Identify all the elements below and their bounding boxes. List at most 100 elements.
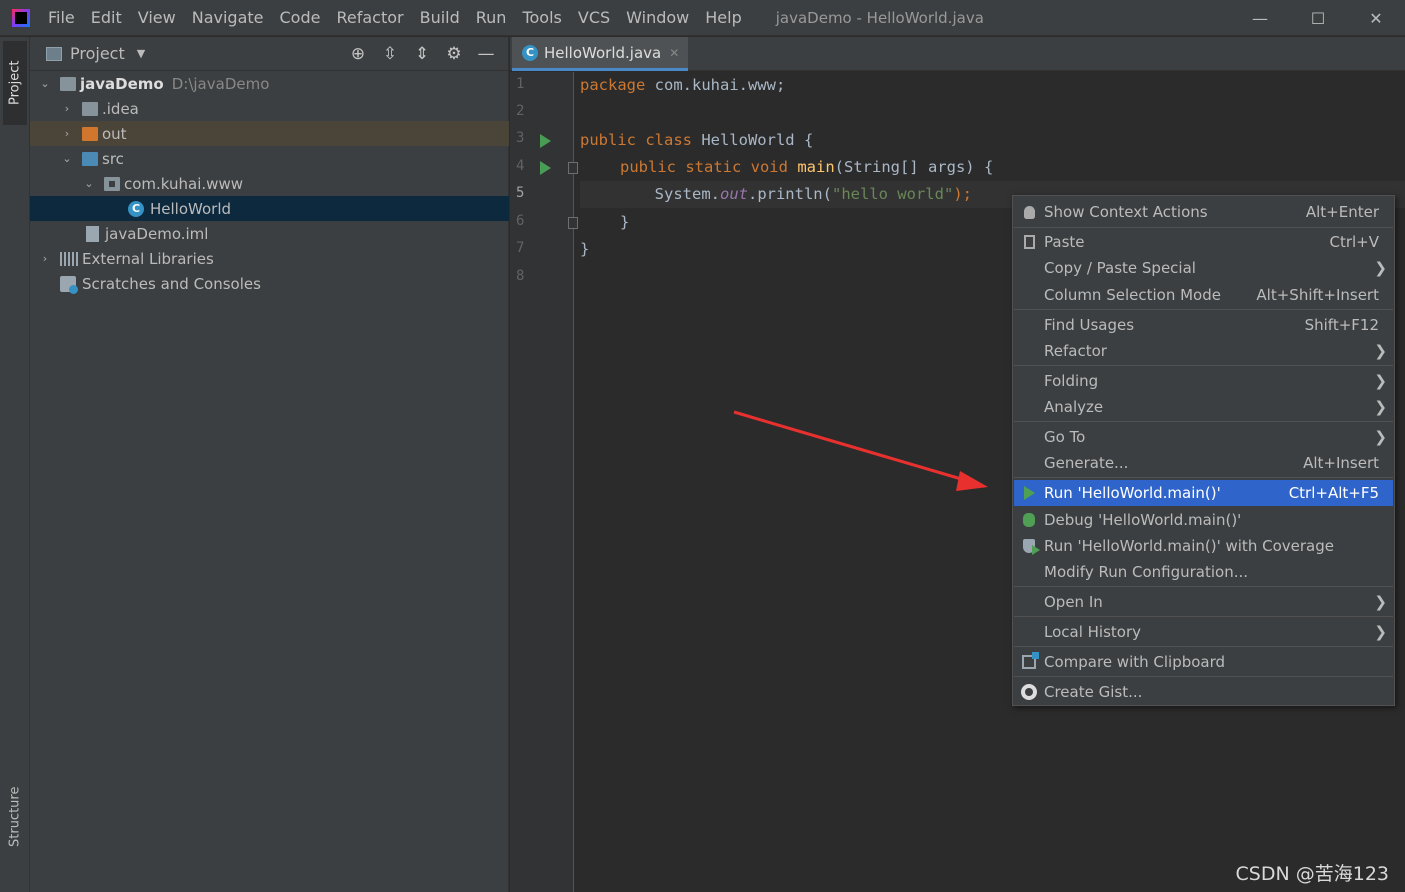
menu-file[interactable]: File [40, 0, 83, 36]
chevron-down-icon[interactable]: ▼ [137, 47, 145, 60]
menu-refactor[interactable]: Refactor [328, 0, 411, 36]
tree-item-label: External Libraries [82, 249, 214, 268]
tree-item-scratches[interactable]: Scratches and Consoles [30, 271, 509, 296]
menu-code[interactable]: Code [272, 0, 329, 36]
menu-navigate[interactable]: Navigate [184, 0, 272, 36]
close-tab-icon[interactable]: ✕ [669, 46, 679, 60]
folder-icon [82, 101, 98, 116]
menu-item-compare-with-clipboard[interactable]: Compare with Clipboard [1014, 649, 1393, 675]
structure-tool-tab[interactable]: Structure [3, 777, 27, 857]
chevron-right-icon[interactable]: › [60, 102, 74, 115]
menu-window[interactable]: Window [618, 0, 697, 36]
expand-all-icon[interactable]: ⇳ [374, 37, 406, 71]
tree-item-label: src [102, 149, 124, 168]
chevron-right-icon: ❯ [1374, 428, 1387, 446]
line-number: 4 [516, 158, 525, 174]
menu-item-copy-paste-special[interactable]: Copy / Paste Special ❯ [1014, 255, 1393, 281]
window-controls: — ☐ ✕ [1231, 0, 1405, 36]
project-tool-tab[interactable]: Project [3, 41, 27, 125]
menu-edit[interactable]: Edit [83, 0, 130, 36]
menu-build[interactable]: Build [412, 0, 468, 36]
java-class-icon: C [128, 200, 144, 217]
menu-item-label: Local History [1044, 623, 1142, 641]
chevron-right-icon[interactable]: › [38, 252, 52, 265]
menu-item-local-history[interactable]: Local History ❯ [1014, 619, 1393, 645]
chevron-right-icon: ❯ [1374, 342, 1387, 360]
menu-separator [1014, 586, 1393, 587]
line-number: 8 [516, 268, 525, 284]
menu-item-open-in[interactable]: Open In ❯ [1014, 589, 1393, 615]
menu-separator [1014, 477, 1393, 478]
run-gutter-icon[interactable] [540, 134, 551, 148]
fold-icon[interactable] [568, 162, 578, 174]
menu-item-column-selection-mode[interactable]: Column Selection Mode Alt+Shift+Insert [1014, 282, 1393, 308]
menu-item-create-gist[interactable]: Create Gist... [1014, 679, 1393, 705]
menu-item-folding[interactable]: Folding ❯ [1014, 368, 1393, 394]
tree-item-helloworld[interactable]: C HelloWorld [30, 196, 509, 221]
menu-item-run-with-coverage[interactable]: Run 'HelloWorld.main()' with Coverage [1014, 533, 1393, 559]
library-icon [60, 251, 78, 266]
locate-file-icon[interactable]: ⊕ [342, 37, 374, 71]
menu-item-label: Folding [1044, 372, 1099, 390]
chevron-right-icon: ❯ [1374, 372, 1387, 390]
hide-panel-icon[interactable]: — [470, 37, 502, 71]
menu-item-label: Modify Run Configuration... [1044, 563, 1249, 581]
menu-separator [1014, 227, 1393, 228]
menu-item-debug-main[interactable]: Debug 'HelloWorld.main()' [1014, 507, 1393, 533]
tree-item-src[interactable]: ⌄ src [30, 146, 509, 171]
editor-gutter: 1 2 3 4 5 6 7 8 [510, 72, 578, 892]
project-view-selector[interactable]: Project [70, 44, 125, 63]
maximize-button[interactable]: ☐ [1289, 0, 1347, 36]
menu-item-shortcut: Alt+Insert [1303, 454, 1379, 472]
tree-item-label: javaDemo [80, 74, 164, 93]
menu-item-generate[interactable]: Generate... Alt+Insert [1014, 450, 1393, 476]
menu-item-label: Refactor [1044, 342, 1107, 360]
chevron-down-icon[interactable]: ⌄ [82, 177, 96, 190]
menu-item-run-main[interactable]: Run 'HelloWorld.main()' Ctrl+Alt+F5 [1014, 480, 1393, 506]
chevron-down-icon[interactable]: ⌄ [60, 152, 74, 165]
chevron-right-icon[interactable]: › [60, 127, 74, 140]
menu-item-analyze[interactable]: Analyze ❯ [1014, 394, 1393, 420]
tree-item-label: out [102, 124, 127, 143]
fold-icon[interactable] [568, 217, 578, 229]
menu-item-go-to[interactable]: Go To ❯ [1014, 424, 1393, 450]
menu-bar: File Edit View Navigate Code Refactor Bu… [0, 0, 1405, 36]
tree-item-out[interactable]: › out [30, 121, 509, 146]
editor-context-menu: Show Context Actions Alt+Enter Paste Ctr… [1012, 195, 1395, 706]
menu-item-shortcut: Alt+Enter [1305, 203, 1379, 221]
menu-item-find-usages[interactable]: Find Usages Shift+F12 [1014, 312, 1393, 338]
tree-item-path: D:\javaDemo [171, 74, 270, 93]
menu-item-modify-run-configuration[interactable]: Modify Run Configuration... [1014, 559, 1393, 585]
menu-vcs[interactable]: VCS [570, 0, 618, 36]
tree-item-package[interactable]: ⌄ com.kuhai.www [30, 171, 509, 196]
menu-help[interactable]: Help [697, 0, 749, 36]
tree-item-external-libraries[interactable]: › External Libraries [30, 246, 509, 271]
collapse-all-icon[interactable]: ⇕ [406, 37, 438, 71]
tree-item-label: com.kuhai.www [124, 174, 243, 193]
menu-run[interactable]: Run [468, 0, 515, 36]
close-button[interactable]: ✕ [1347, 0, 1405, 36]
tree-item-javademo[interactable]: ⌄ javaDemo D:\javaDemo [30, 71, 509, 96]
editor-tab-bar: C HelloWorld.java ✕ [510, 37, 1405, 71]
menu-item-label: Run 'HelloWorld.main()' with Coverage [1044, 537, 1334, 555]
menu-tools[interactable]: Tools [514, 0, 569, 36]
tree-item-idea[interactable]: › .idea [30, 96, 509, 121]
menu-item-refactor[interactable]: Refactor ❯ [1014, 338, 1393, 364]
code-line-4: public static void main(String[] args) { [620, 158, 994, 176]
run-gutter-icon[interactable] [540, 161, 551, 175]
menu-item-show-context-actions[interactable]: Show Context Actions Alt+Enter [1014, 199, 1393, 225]
menu-item-paste[interactable]: Paste Ctrl+V [1014, 229, 1393, 255]
minimize-button[interactable]: — [1231, 0, 1289, 36]
editor-tab-helloworld[interactable]: C HelloWorld.java ✕ [512, 37, 688, 71]
excluded-folder-icon [82, 126, 98, 141]
line-number: 7 [516, 240, 525, 256]
bulb-icon [1023, 205, 1035, 219]
menu-item-label: Create Gist... [1044, 683, 1143, 701]
tree-item-iml[interactable]: javaDemo.iml [30, 221, 509, 246]
gear-icon[interactable]: ⚙ [438, 37, 470, 71]
menu-view[interactable]: View [130, 0, 184, 36]
chevron-down-icon[interactable]: ⌄ [38, 77, 52, 90]
java-class-icon: C [522, 44, 538, 61]
github-icon [1021, 684, 1037, 700]
watermark: CSDN @苦海123 [1235, 863, 1389, 885]
